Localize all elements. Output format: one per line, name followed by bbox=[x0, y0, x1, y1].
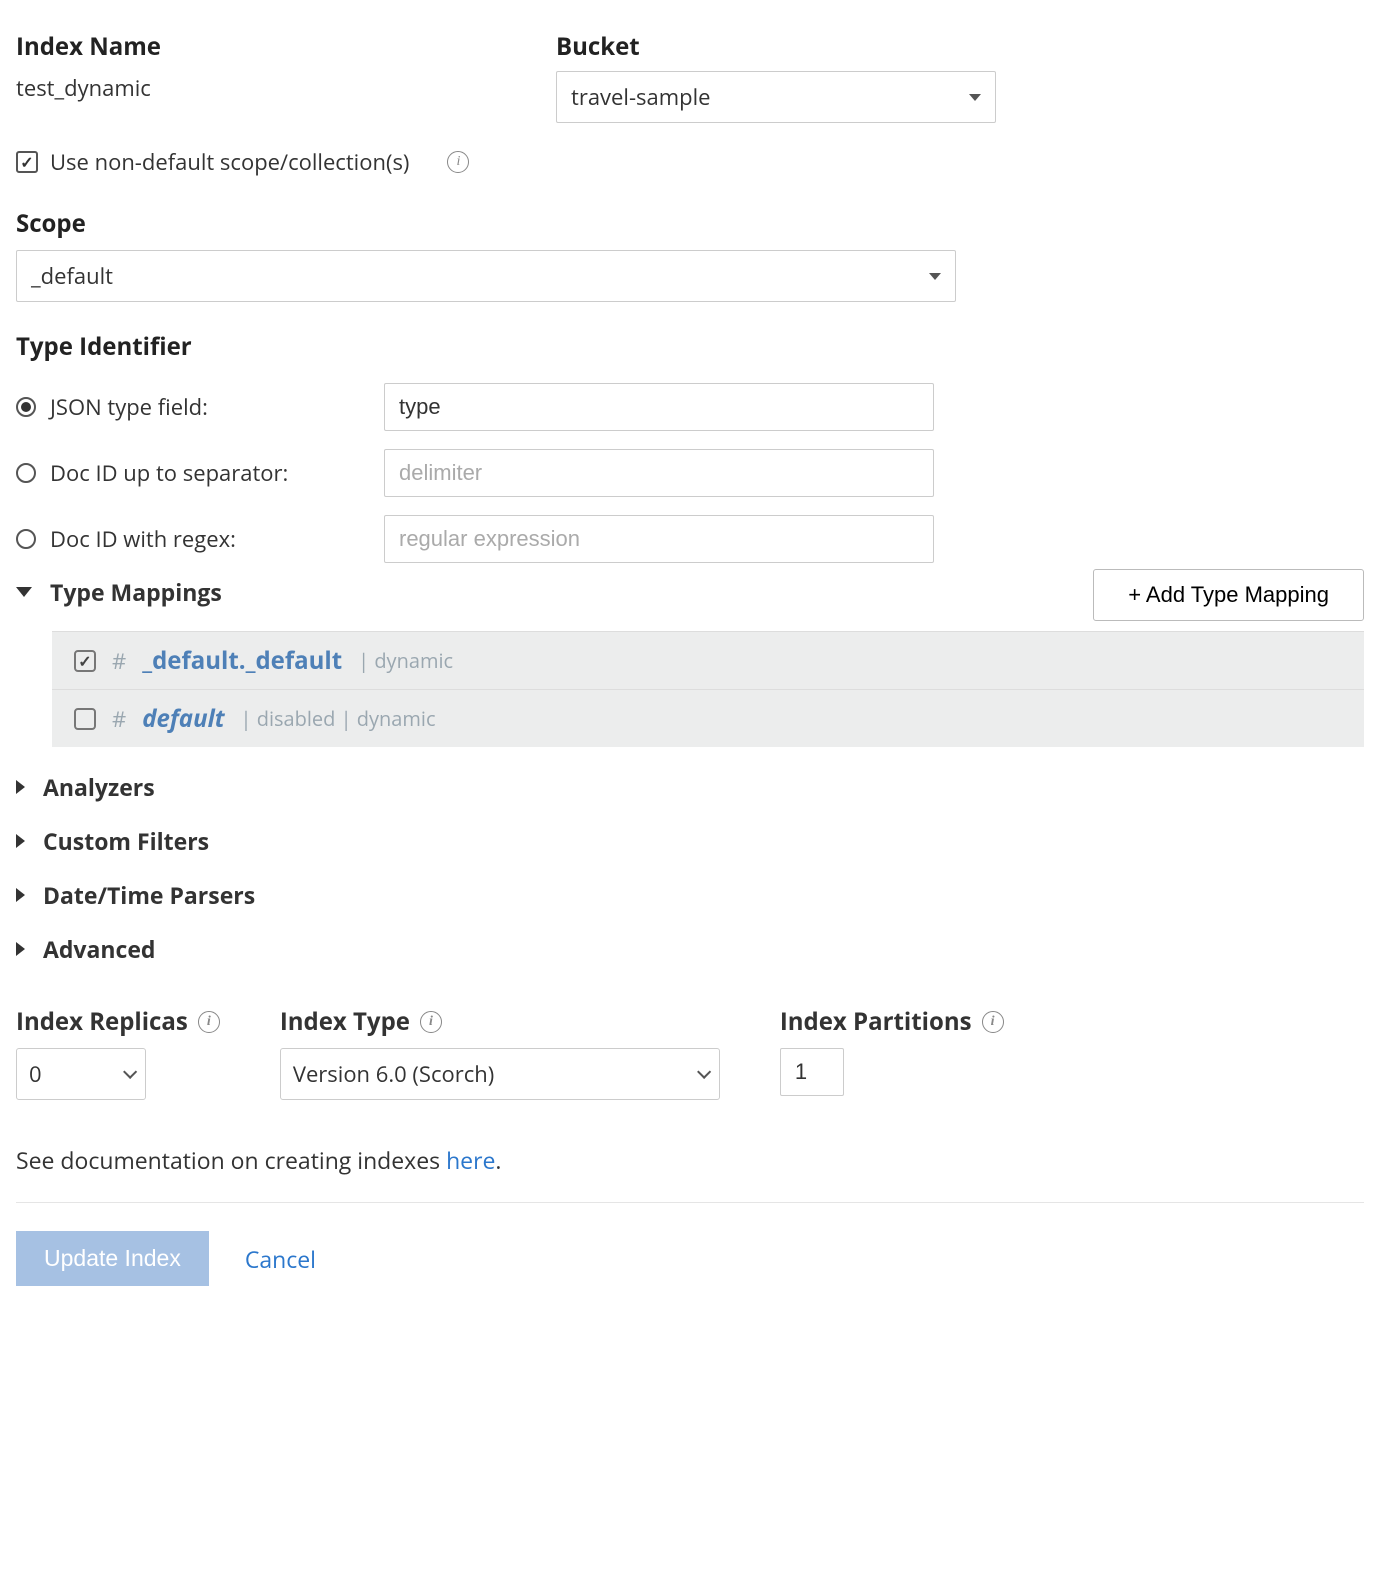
analyzers-toggle[interactable]: Analyzers bbox=[16, 771, 1364, 803]
index-partitions-input[interactable] bbox=[780, 1048, 844, 1096]
use-non-default-label: Use non-default scope/collection(s) bbox=[50, 147, 409, 177]
advanced-label: Advanced bbox=[43, 933, 155, 965]
chevron-down-icon bbox=[16, 587, 32, 597]
update-index-button[interactable]: Update Index bbox=[16, 1231, 209, 1286]
use-non-default-row: Use non-default scope/collection(s) i bbox=[16, 147, 1364, 177]
datetime-parsers-label: Date/Time Parsers bbox=[43, 879, 255, 911]
index-type-label: Index Type bbox=[280, 1005, 410, 1038]
documentation-post: . bbox=[495, 1144, 501, 1176]
info-icon[interactable]: i bbox=[198, 1011, 220, 1033]
index-type-value: Version 6.0 (Scorch) bbox=[293, 1059, 494, 1089]
chevron-down-icon bbox=[929, 273, 941, 280]
doc-id-regex-input[interactable] bbox=[384, 515, 934, 563]
chevron-down-icon bbox=[123, 1065, 137, 1079]
index-name-label: Index Name bbox=[16, 30, 516, 63]
json-type-field-row: JSON type field: bbox=[16, 383, 1364, 431]
doc-id-regex-row: Doc ID with regex: bbox=[16, 515, 1364, 563]
info-icon[interactable]: i bbox=[420, 1011, 442, 1033]
mapping-checkbox[interactable] bbox=[74, 708, 96, 730]
scope-select[interactable]: _default bbox=[16, 250, 956, 302]
analyzers-label: Analyzers bbox=[43, 771, 155, 803]
doc-id-regex-radio[interactable] bbox=[16, 529, 36, 549]
bucket-label: Bucket bbox=[556, 30, 996, 63]
add-type-mapping-button[interactable]: + Add Type Mapping bbox=[1093, 569, 1364, 621]
doc-id-separator-radio[interactable] bbox=[16, 463, 36, 483]
datetime-parsers-toggle[interactable]: Date/Time Parsers bbox=[16, 879, 1364, 911]
chevron-right-icon bbox=[16, 942, 25, 956]
mapping-name: _default._default bbox=[142, 644, 342, 677]
scope-label: Scope bbox=[16, 207, 1364, 240]
doc-id-separator-input[interactable] bbox=[384, 449, 934, 497]
type-mapping-row[interactable]: # default | disabled | dynamic bbox=[52, 689, 1364, 747]
documentation-link[interactable]: here bbox=[446, 1144, 495, 1176]
doc-id-separator-row: Doc ID up to separator: bbox=[16, 449, 1364, 497]
index-replicas-select[interactable]: 0 bbox=[16, 1048, 146, 1100]
index-type-select[interactable]: Version 6.0 (Scorch) bbox=[280, 1048, 720, 1100]
type-mapping-row[interactable]: # _default._default | dynamic bbox=[52, 631, 1364, 689]
bucket-select[interactable]: travel-sample bbox=[556, 71, 996, 123]
index-name-value: test_dynamic bbox=[16, 73, 516, 103]
chevron-right-icon bbox=[16, 780, 25, 794]
bucket-select-value: travel-sample bbox=[571, 82, 710, 112]
doc-id-separator-label: Doc ID up to separator: bbox=[50, 458, 370, 488]
mapping-name: default bbox=[142, 702, 224, 735]
index-replicas-label: Index Replicas bbox=[16, 1005, 188, 1038]
index-replicas-value: 0 bbox=[29, 1059, 42, 1089]
mapping-meta: | disabled | dynamic bbox=[241, 705, 436, 732]
chevron-right-icon bbox=[16, 888, 25, 902]
scope-select-value: _default bbox=[31, 261, 113, 291]
hash-icon: # bbox=[112, 646, 126, 676]
type-identifier-label: Type Identifier bbox=[16, 330, 1364, 363]
custom-filters-label: Custom Filters bbox=[43, 825, 209, 857]
type-mappings-label: Type Mappings bbox=[50, 576, 222, 608]
chevron-down-icon bbox=[969, 94, 981, 101]
index-name-column: Index Name test_dynamic bbox=[16, 30, 516, 123]
bucket-column: Bucket travel-sample bbox=[556, 30, 996, 123]
json-type-field-label: JSON type field: bbox=[50, 392, 370, 422]
json-type-field-radio[interactable] bbox=[16, 397, 36, 417]
chevron-right-icon bbox=[16, 834, 25, 848]
mapping-checkbox[interactable] bbox=[74, 650, 96, 672]
divider bbox=[16, 1202, 1364, 1203]
index-replicas-column: Index Replicas i 0 bbox=[16, 1005, 220, 1100]
documentation-text: See documentation on creating indexes he… bbox=[16, 1144, 1364, 1176]
type-mappings-list: # _default._default | dynamic # default … bbox=[52, 631, 1364, 747]
index-partitions-column: Index Partitions i bbox=[780, 1005, 1004, 1100]
json-type-field-input[interactable] bbox=[384, 383, 934, 431]
documentation-pre: See documentation on creating indexes bbox=[16, 1144, 446, 1176]
doc-id-regex-label: Doc ID with regex: bbox=[50, 524, 370, 554]
info-icon[interactable]: i bbox=[982, 1011, 1004, 1033]
cancel-link[interactable]: Cancel bbox=[245, 1243, 316, 1275]
use-non-default-checkbox[interactable] bbox=[16, 151, 38, 173]
hash-icon: # bbox=[112, 704, 126, 734]
custom-filters-toggle[interactable]: Custom Filters bbox=[16, 825, 1364, 857]
chevron-down-icon bbox=[697, 1065, 711, 1079]
advanced-toggle[interactable]: Advanced bbox=[16, 933, 1364, 965]
type-mappings-toggle[interactable]: Type Mappings bbox=[16, 576, 222, 608]
index-type-column: Index Type i Version 6.0 (Scorch) bbox=[280, 1005, 720, 1100]
mapping-meta: | dynamic bbox=[358, 647, 453, 674]
info-icon[interactable]: i bbox=[447, 151, 469, 173]
index-partitions-label: Index Partitions bbox=[780, 1005, 972, 1038]
